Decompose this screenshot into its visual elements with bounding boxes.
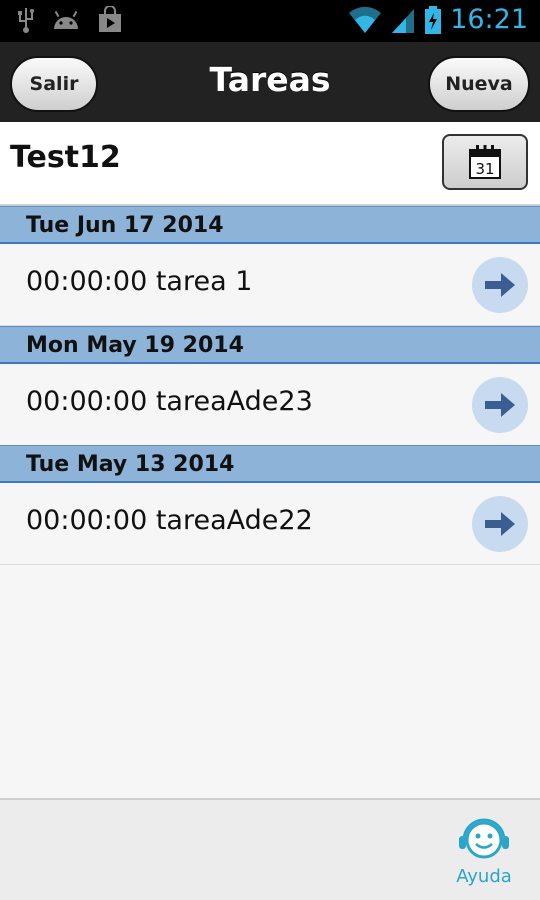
project-name: Test12: [10, 140, 121, 175]
clock: 16:21: [450, 4, 528, 35]
open-task-button[interactable]: [472, 496, 528, 552]
arrow-right-icon: [485, 512, 515, 536]
date-header: Mon May 19 2014: [0, 326, 540, 364]
open-task-button[interactable]: [472, 257, 528, 313]
arrow-right-icon: [485, 393, 515, 417]
play-store-icon: [99, 6, 121, 32]
help-button[interactable]: Ayuda: [452, 818, 516, 887]
date-header-label: Tue Jun 17 2014: [26, 213, 224, 238]
task-row[interactable]: 00:00:00 tarea 1: [0, 244, 540, 326]
date-header-label: Mon May 19 2014: [26, 333, 244, 358]
calendar-icon: 31: [469, 145, 501, 179]
open-task-button[interactable]: [472, 377, 528, 433]
calendar-day: 31: [475, 160, 494, 178]
date-header: Tue Jun 17 2014: [0, 206, 540, 244]
project-bar: Test12 31: [0, 122, 540, 206]
usb-icon: [18, 8, 34, 33]
android-icon: [54, 10, 78, 29]
task-row[interactable]: 00:00:00 tareaAde23: [0, 364, 540, 446]
help-label: Ayuda: [456, 866, 512, 887]
support-face-icon: [459, 818, 509, 859]
signal-icon: [392, 8, 415, 33]
calendar-button[interactable]: 31: [442, 134, 528, 190]
footer-bar: Ayuda: [0, 798, 540, 900]
wifi-icon: [349, 6, 382, 33]
status-bar: 16:21: [0, 0, 540, 42]
battery-icon: [425, 5, 442, 34]
date-header-label: Tue May 13 2014: [26, 452, 235, 477]
task-label: 00:00:00 tareaAde23: [26, 386, 313, 417]
new-task-button[interactable]: Nueva: [428, 56, 530, 112]
task-label: 00:00:00 tareaAde22: [26, 505, 313, 536]
date-header: Tue May 13 2014: [0, 445, 540, 483]
app-header: Salir Tareas Nueva: [0, 42, 540, 122]
arrow-right-icon: [485, 273, 515, 297]
task-row[interactable]: 00:00:00 tareaAde22: [0, 483, 540, 565]
task-label: 00:00:00 tarea 1: [26, 266, 253, 297]
